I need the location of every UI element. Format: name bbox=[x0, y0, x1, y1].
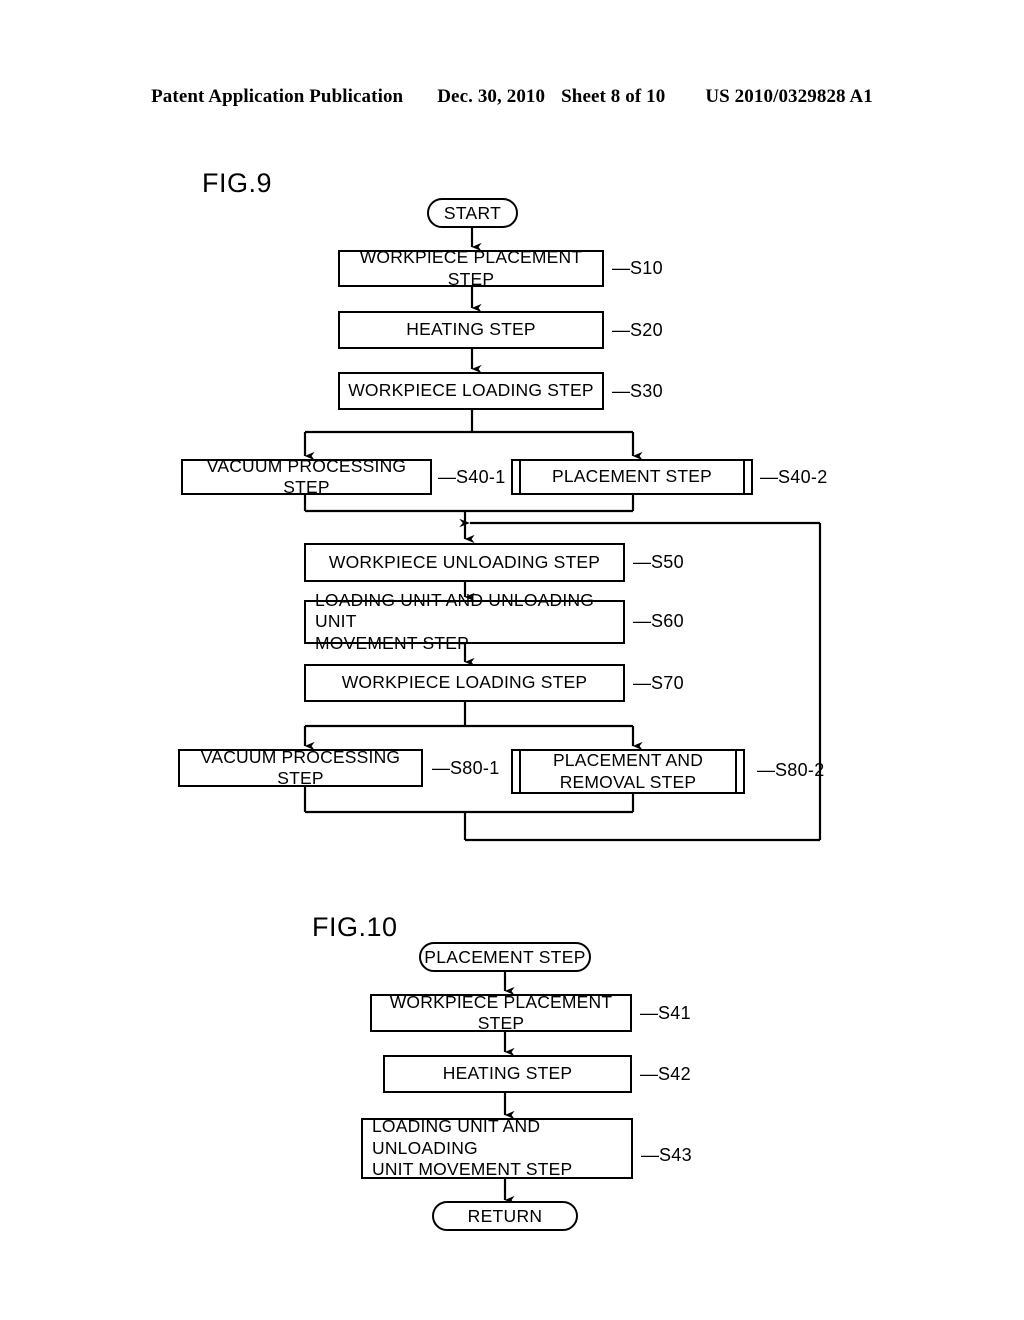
fig10-return-label: RETURN bbox=[467, 1205, 543, 1226]
header-publication-text: Patent Application Publication bbox=[151, 86, 404, 107]
fig9-step-s70-label: WORKPIECE LOADING STEP bbox=[341, 672, 588, 693]
fig10-step-s42-box[interactable]: HEATING STEP bbox=[383, 1055, 632, 1093]
fig10-step-s41-box[interactable]: WORKPIECE PLACEMENT STEP bbox=[370, 991, 632, 1033]
fig9-step-s10-label: WORKPIECE PLACEMENT STEP bbox=[359, 247, 583, 289]
fig9-step-s80-2-ref: —S80-2 bbox=[757, 760, 825, 780]
fig9-step-s60-box[interactable]: LOADING UNIT AND UNLOADING UNIT MOVEMENT… bbox=[304, 590, 625, 653]
fig10-step-s41-label: WORKPIECE PLACEMENT STEP bbox=[389, 991, 613, 1033]
fig9-step-s60-label: LOADING UNIT AND UNLOADING UNIT MOVEMENT… bbox=[315, 589, 595, 653]
fig9-step-s20-box[interactable]: HEATING STEP bbox=[338, 311, 604, 349]
header-document-number: US 2010/0329828 A1 bbox=[705, 86, 873, 107]
fig9-step-s40-1-label: VACUUM PROCESSING STEP bbox=[206, 455, 407, 497]
header-sheet-text: Sheet 8 of 10 bbox=[561, 86, 666, 107]
fig9-step-s30-ref: —S30 bbox=[612, 381, 663, 401]
fig9-step-s40-2-label: PLACEMENT STEP bbox=[551, 466, 713, 487]
fig10-step-s43-label: LOADING UNIT AND UNLOADING UNIT MOVEMENT… bbox=[372, 1116, 573, 1180]
fig9-step-s60-ref: —S60 bbox=[633, 611, 684, 631]
fig9-step-s10-box[interactable]: WORKPIECE PLACEMENT STEP bbox=[338, 247, 604, 289]
fig9-step-s50-label: WORKPIECE UNLOADING STEP bbox=[328, 551, 601, 572]
fig9-step-s80-2-label: PLACEMENT AND REMOVAL STEP bbox=[552, 750, 704, 792]
fig9-step-s40-2-box[interactable]: PLACEMENT STEP bbox=[511, 459, 753, 495]
fig10-return-terminator[interactable]: RETURN bbox=[432, 1201, 578, 1231]
header-date-text: Dec. 30, 2010 bbox=[437, 86, 546, 107]
fig9-step-s20-label: HEATING STEP bbox=[406, 319, 536, 340]
figure-10-label: FIG.10 bbox=[312, 912, 398, 942]
fig9-step-s80-1-box[interactable]: VACUUM PROCESSING STEP bbox=[178, 746, 423, 788]
figure-9-label: FIG.9 bbox=[202, 168, 273, 198]
fig9-step-s30-box[interactable]: WORKPIECE LOADING STEP bbox=[338, 372, 604, 410]
fig9-step-s30-label: WORKPIECE LOADING STEP bbox=[348, 380, 594, 401]
fig9-start-terminator[interactable]: START bbox=[427, 198, 518, 228]
fig10-entry-terminator[interactable]: PLACEMENT STEP bbox=[419, 942, 591, 972]
page-header: Patent Application Publication Dec. 30, … bbox=[0, 86, 1024, 112]
fig9-step-s80-1-label: VACUUM PROCESSING STEP bbox=[200, 746, 401, 788]
fig10-step-s42-ref: —S42 bbox=[640, 1064, 691, 1084]
fig10-step-s42-label: HEATING STEP bbox=[442, 1063, 573, 1084]
fig10-entry-label: PLACEMENT STEP bbox=[424, 946, 586, 967]
fig9-step-s10-ref: —S10 bbox=[612, 258, 663, 278]
fig9-step-s40-1-ref: —S40-1 bbox=[438, 467, 506, 487]
fig9-step-s20-ref: —S20 bbox=[612, 320, 663, 340]
fig9-start-label: START bbox=[443, 202, 502, 223]
fig10-step-s43-box[interactable]: LOADING UNIT AND UNLOADING UNIT MOVEMENT… bbox=[361, 1116, 633, 1180]
fig9-step-s80-2-box[interactable]: PLACEMENT AND REMOVAL STEP bbox=[511, 749, 745, 794]
fig9-step-s40-2-ref: —S40-2 bbox=[760, 467, 828, 487]
fig10-step-s43-ref: —S43 bbox=[641, 1145, 692, 1165]
fig9-step-s80-1-ref: —S80-1 bbox=[432, 758, 500, 778]
fig9-step-s70-box[interactable]: WORKPIECE LOADING STEP bbox=[304, 664, 625, 702]
fig9-step-s40-1-box[interactable]: VACUUM PROCESSING STEP bbox=[181, 456, 432, 497]
fig9-step-s50-box[interactable]: WORKPIECE UNLOADING STEP bbox=[304, 543, 625, 582]
fig9-step-s50-ref: —S50 bbox=[633, 552, 684, 572]
fig9-step-s70-ref: —S70 bbox=[633, 673, 684, 693]
fig10-step-s41-ref: —S41 bbox=[640, 1003, 691, 1023]
